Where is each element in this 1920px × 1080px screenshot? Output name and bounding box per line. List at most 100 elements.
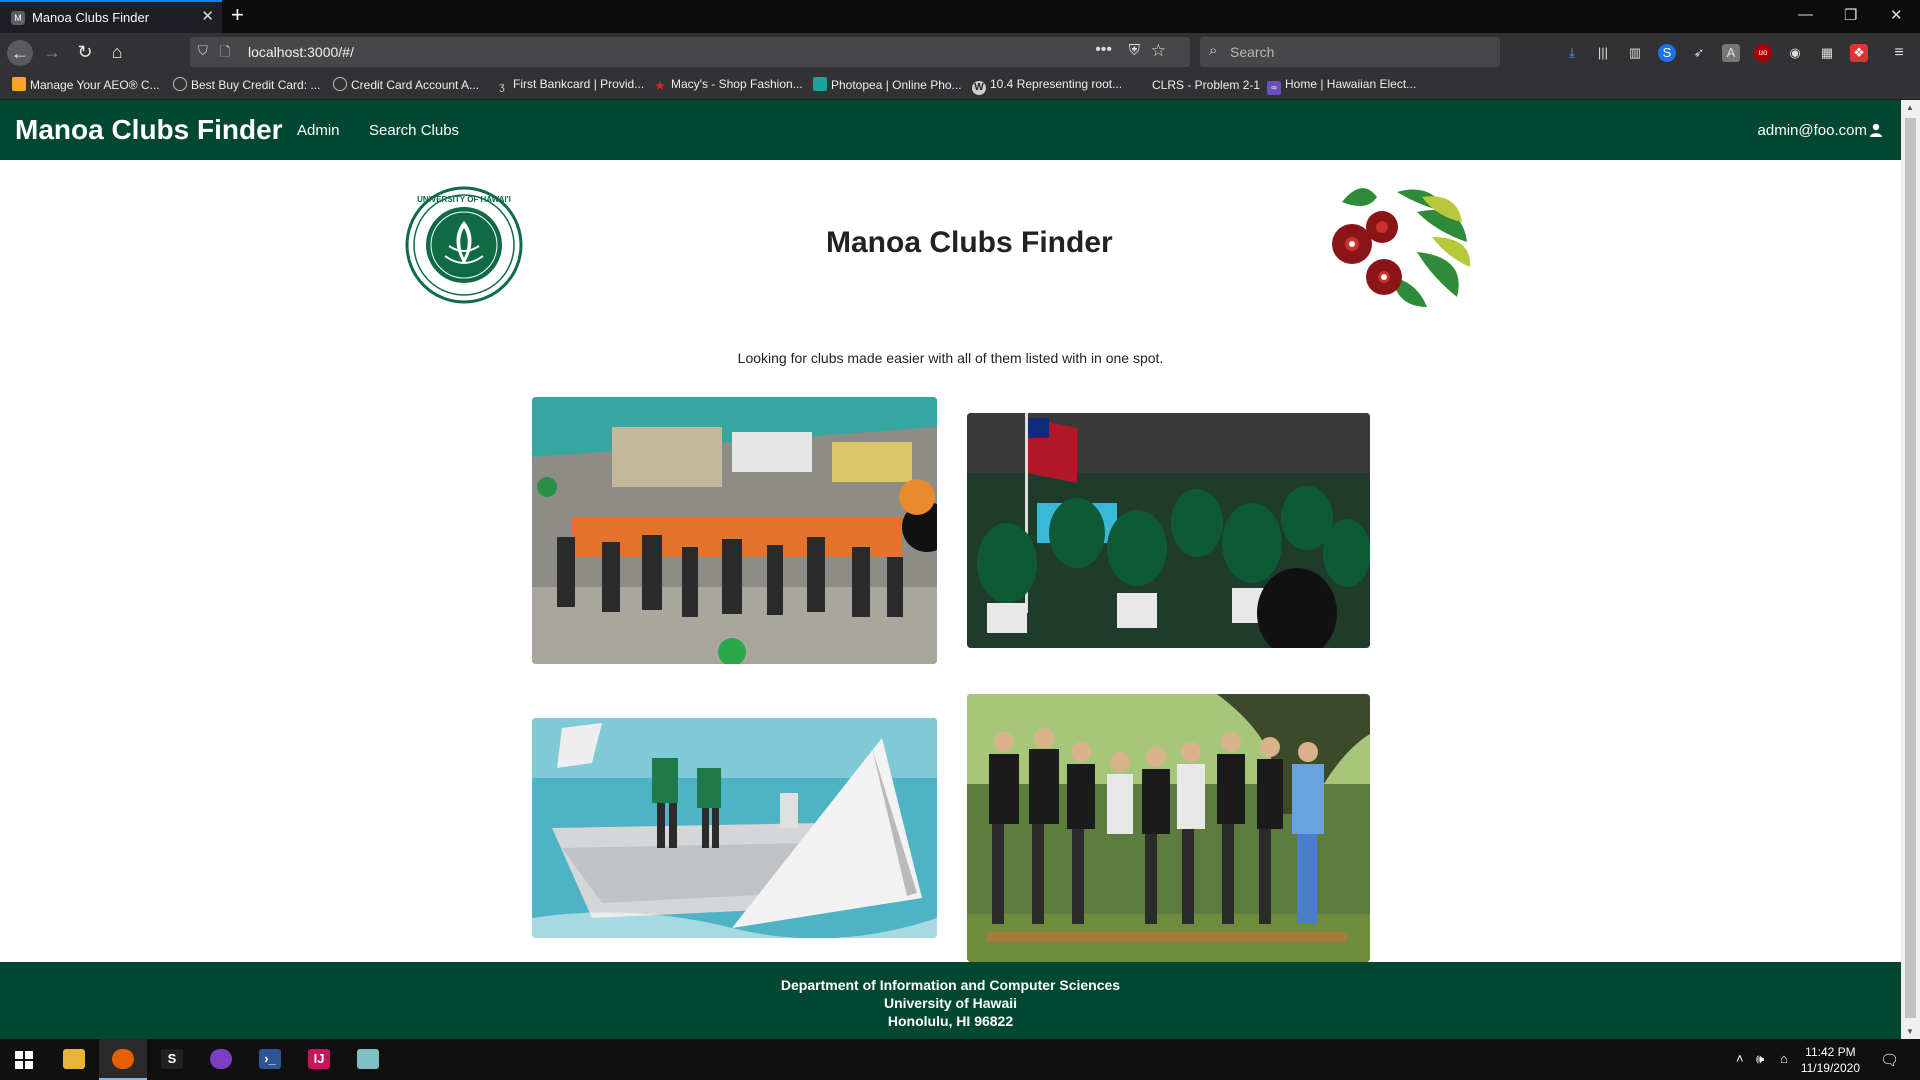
network-icon[interactable]: ⌂ [1780,1051,1788,1066]
footer-line-university: University of Hawaii [883,995,1018,1011]
s-app-icon[interactable]: S [148,1039,196,1080]
hawaiian-electric-icon: ∞ [1267,81,1281,95]
windows-taskbar: S ›_ IJ ˄ 🕪 ⌂ 11:42 PM 11/19/2020 🗨 [0,1039,1920,1080]
bookmark-item[interactable]: ★ Macy's - Shop Fashion... [653,77,803,95]
minimize-icon[interactable]: — [1798,6,1813,23]
page-footer: Department of Information and Computer S… [0,962,1901,1039]
windows-start-icon[interactable] [0,1039,48,1080]
pocket-icon[interactable]: ⛨ [1129,42,1140,59]
nav-search-clubs-link[interactable]: Search Clubs [369,122,459,139]
restore-icon[interactable]: ❐ [1844,6,1857,24]
search-bar[interactable]: ⌕ [1200,37,1500,67]
main-content: UNIVERSITY OF HAWAI'I Manoa Clubs Finder [0,160,1901,962]
powershell-icon[interactable]: ›_ [246,1039,294,1080]
page-icon [1134,77,1148,91]
tab-favicon-icon: M [11,11,25,25]
seal-text: UNIVERSITY OF HAWAI'I [417,195,511,204]
bookmark-item[interactable]: ∞ Home | Hawaiian Elect... [1267,77,1416,95]
home-icon[interactable]: ⌂ [105,40,129,64]
page-info-icon[interactable]: 🗋 [220,43,230,65]
bookmarks-toolbar: Manage Your AEO® C... Best Buy Credit Ca… [0,71,1920,100]
bookmark-item[interactable]: Photopea | Online Pho... [813,77,962,95]
bookmark-label: Manage Your AEO® C... [30,78,160,92]
bookmark-label: Credit Card Account A... [351,78,480,92]
aeo-icon [12,77,26,91]
globe-icon [333,77,347,91]
bankcard-icon: ʒ [499,82,505,93]
back-icon[interactable]: ← [7,40,33,66]
clock-date: 11/19/2020 [1800,1061,1860,1075]
bookmark-label: Best Buy Credit Card: ... [191,78,321,92]
app-navbar: Manoa Clubs Finder Admin Search Clubs ad… [0,100,1901,160]
extension-3-icon[interactable]: ▦ [1818,44,1836,62]
globe-icon [173,77,187,91]
window-close-icon[interactable]: ✕ [1890,6,1903,24]
bookmark-star-icon[interactable]: ☆ [1151,41,1166,61]
bookmark-label: 10.4 Representing root... [990,77,1123,91]
brand-link[interactable]: Manoa Clubs Finder [15,114,283,146]
clock-time: 11:42 PM [1805,1045,1856,1059]
extension-icon[interactable]: ➶ [1690,44,1708,62]
university-seal-icon: UNIVERSITY OF HAWAI'I [405,186,523,304]
tab-title: Manoa Clubs Finder [32,10,150,25]
tab-close-icon[interactable]: ✕ [201,7,214,25]
bookmark-label: First Bankcard | Provid... [513,77,645,91]
user-icon [1870,123,1882,137]
bookmark-label: Macy's - Shop Fashion... [671,77,803,91]
notepad-icon[interactable] [344,1039,392,1080]
tagline: Looking for clubs made easier with all o… [737,350,1164,366]
tracking-shield-icon[interactable]: ⛉ [198,43,208,59]
team-building-photo [967,694,1370,962]
scroll-down-icon[interactable]: ▼ [1906,1027,1914,1036]
browser-tab[interactable]: M Manoa Clubs Finder ✕ [0,0,222,33]
star-icon: ★ [654,78,666,93]
menu-icon[interactable]: ≡ [1890,44,1908,62]
tray-chevron-icon[interactable]: ˄ [1736,1051,1744,1066]
forward-icon[interactable]: → [40,40,64,64]
user-menu[interactable]: admin@foo.com [1758,122,1883,139]
url-text[interactable]: localhost:3000/#/ [248,44,354,60]
footer-line-address: Honolulu, HI 96822 [887,1013,1014,1029]
bookmark-item[interactable]: Best Buy Credit Card: ... [173,77,320,95]
firefox-icon[interactable] [99,1039,147,1080]
system-clock[interactable]: 11:42 PM 11/19/2020 [1801,1044,1860,1076]
tab-bar: M Manoa Clubs Finder ✕ + — ❐ ✕ [0,0,1920,33]
bookmark-item[interactable]: CLRS - Problem 2-1 [1134,77,1260,95]
bookmark-item[interactable]: ʒ First Bankcard | Provid... [495,77,644,95]
reload-icon[interactable]: ↻ [73,40,97,64]
volume-icon[interactable]: 🕪 [1756,1051,1764,1067]
scrollbar-thumb[interactable] [1905,118,1916,1018]
mail-app-icon[interactable] [197,1039,245,1080]
bookmark-item[interactable]: W 10.4 Representing root... [972,77,1122,95]
intellij-icon[interactable]: IJ [295,1039,343,1080]
bookmark-label: Photopea | Online Pho... [831,78,962,92]
user-email: admin@foo.com [1757,122,1867,139]
football-team-photo [967,413,1370,648]
scroll-up-icon[interactable]: ▲ [1906,103,1914,112]
account-icon[interactable]: ◉ [1786,44,1804,62]
address-bar[interactable]: ⛉ 🗋 localhost:3000/#/ ••• ⛨ ☆ [190,37,1190,67]
page-actions-icon[interactable]: ••• [1095,41,1112,59]
downloads-icon[interactable]: ⤓ [1563,44,1581,62]
search-input[interactable] [1230,42,1490,62]
bookmark-item[interactable]: Manage Your AEO® C... [12,77,160,95]
extension-4-icon[interactable]: ❖ [1850,44,1868,62]
notifications-icon[interactable]: 🗨 [1880,1051,1899,1069]
page-title: Manoa Clubs Finder [826,226,1113,259]
sailing-photo [532,718,937,938]
file-explorer-icon[interactable] [50,1039,98,1080]
s-extension-icon[interactable]: S [1658,44,1676,62]
search-icon: ⌕ [1209,42,1218,59]
sidebar-icon[interactable]: ▥ [1626,44,1644,62]
library-icon[interactable]: ||| [1594,44,1612,62]
page-scrollbar[interactable]: ▲ ▼ [1901,100,1920,1039]
nav-admin-link[interactable]: Admin [297,122,340,139]
ublock-icon[interactable]: uo [1754,44,1772,62]
bookmark-item[interactable]: Credit Card Account A... [333,77,479,95]
bookmark-label: Home | Hawaiian Elect... [1285,77,1417,91]
new-tab-icon[interactable]: + [231,2,244,28]
bookmark-label: CLRS - Problem 2-1 [1152,78,1261,92]
club-fair-photo [532,397,937,664]
extension-2-icon[interactable]: A [1722,44,1740,62]
footer-line-department: Department of Information and Computer S… [780,977,1121,993]
